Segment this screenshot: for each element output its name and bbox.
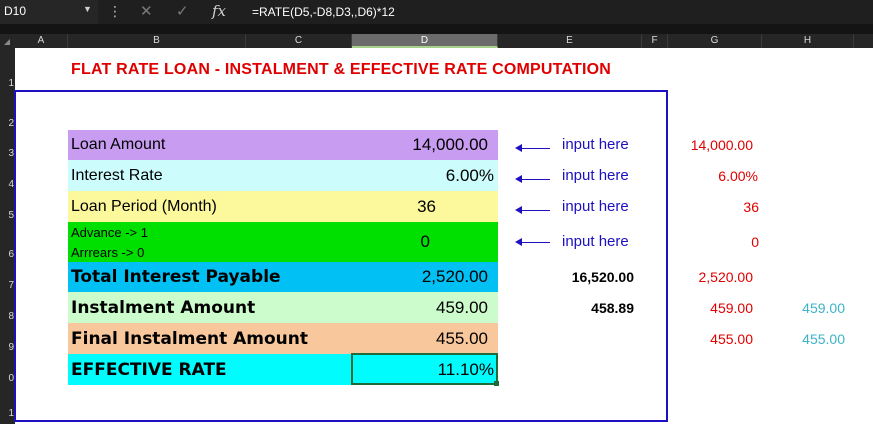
instalment-value[interactable]: 459.00 (360, 298, 488, 318)
instalment-label: Instalment Amount (71, 298, 256, 318)
row-header-7[interactable]: 7 (0, 280, 15, 291)
column-header-e[interactable]: E (498, 34, 642, 48)
formula-input[interactable]: =RATE(D5,-D8,D3,,D6)*12 (252, 5, 395, 19)
final-instalment-label: Final Instalment Amount (71, 329, 309, 349)
cancel-icon[interactable]: ✕ (140, 2, 153, 20)
loan-amount-label: Loan Amount (71, 136, 166, 153)
h-final-instalment[interactable]: 455.00 (760, 331, 845, 347)
row-header-9[interactable]: 9 (0, 342, 15, 353)
more-options-icon[interactable]: ⋮ (108, 3, 122, 20)
loan-period-value[interactable]: 36 (360, 197, 436, 217)
advance-value[interactable]: 0 (360, 232, 430, 252)
row-header-10[interactable]: 0 (0, 373, 15, 384)
loan-amount-value[interactable]: 14,000.00 (360, 135, 488, 155)
row-header-2[interactable]: 2 (0, 118, 15, 129)
select-all-icon (4, 39, 10, 45)
selection-fill-handle[interactable] (494, 381, 499, 386)
row-header-6[interactable]: 6 (0, 249, 15, 260)
arrow-line (518, 242, 550, 243)
arrow-line (518, 210, 550, 211)
final-instalment-value[interactable]: 455.00 (360, 329, 488, 349)
h-instalment[interactable]: 459.00 (760, 300, 845, 316)
interest-rate-value[interactable]: 6.00% (360, 166, 494, 186)
g-loan-amount[interactable]: 14,000.00 (660, 137, 753, 153)
insert-function-icon[interactable]: fx (212, 2, 226, 20)
arrow-line (518, 179, 550, 180)
effective-rate-value[interactable]: 11.10% (360, 360, 494, 380)
total-repayment-value[interactable]: 16,520.00 (540, 269, 634, 285)
input-hint-loan-amount: input here (562, 136, 629, 153)
row-header-8[interactable]: 8 (0, 311, 15, 322)
input-hint-loan-period: input here (562, 198, 629, 215)
effective-rate-label: EFFECTIVE RATE (71, 360, 227, 380)
column-header-f[interactable]: F (642, 34, 668, 48)
row-header-5[interactable]: 5 (0, 210, 15, 221)
input-hint-interest-rate: input here (562, 167, 629, 184)
toolbar-gap (0, 24, 873, 34)
g-instalment[interactable]: 459.00 (660, 300, 753, 316)
column-header-d[interactable]: D (352, 34, 498, 48)
sheet-title[interactable]: FLAT RATE LOAN - INSTALMENT & EFFECTIVE … (71, 61, 611, 79)
arrears-label: Arrrears -> 0 (71, 245, 145, 260)
arrow-line (518, 148, 550, 149)
name-box-value[interactable]: D10 (4, 4, 26, 18)
g-loan-period[interactable]: 36 (660, 199, 759, 215)
g-final-instalment[interactable]: 455.00 (660, 331, 753, 347)
g-advance[interactable]: 0 (660, 234, 759, 250)
column-header-a[interactable]: A (15, 34, 68, 48)
formula-bar: D10 ▼ ⋮ ✕ ✓ fx =RATE(D5,-D8,D3,,D6)*12 (0, 0, 873, 24)
name-box[interactable]: D10 ▼ (0, 0, 98, 24)
column-header-c[interactable]: C (246, 34, 352, 48)
column-header-b[interactable]: B (68, 34, 246, 48)
input-hint-advance: input here (562, 233, 629, 250)
row-header-bar: 1 2 3 4 5 6 7 8 9 0 1 (0, 48, 15, 424)
chevron-down-icon[interactable]: ▼ (83, 4, 92, 14)
total-interest-value[interactable]: 2,520.00 (360, 267, 488, 287)
row-header-4[interactable]: 4 (0, 179, 15, 190)
enter-icon[interactable]: ✓ (176, 2, 189, 20)
g-interest-rate[interactable]: 6.00% (660, 168, 758, 184)
select-all-corner[interactable] (0, 34, 15, 48)
row-header-1[interactable]: 1 (0, 78, 15, 89)
advance-label: Advance -> 1 (71, 225, 148, 240)
row-header-3[interactable]: 3 (0, 148, 15, 159)
loan-period-label: Loan Period (Month) (71, 198, 217, 215)
column-header-g[interactable]: G (668, 34, 762, 48)
column-header-bar: A B C D E F G H (0, 34, 873, 48)
total-interest-label: Total Interest Payable (71, 267, 281, 287)
interest-rate-label: Interest Rate (71, 167, 163, 184)
column-header-h[interactable]: H (762, 34, 854, 48)
raw-instalment-value[interactable]: 458.89 (540, 300, 634, 316)
g-total-interest[interactable]: 2,520.00 (660, 269, 754, 285)
row-header-11[interactable]: 1 (0, 408, 15, 419)
